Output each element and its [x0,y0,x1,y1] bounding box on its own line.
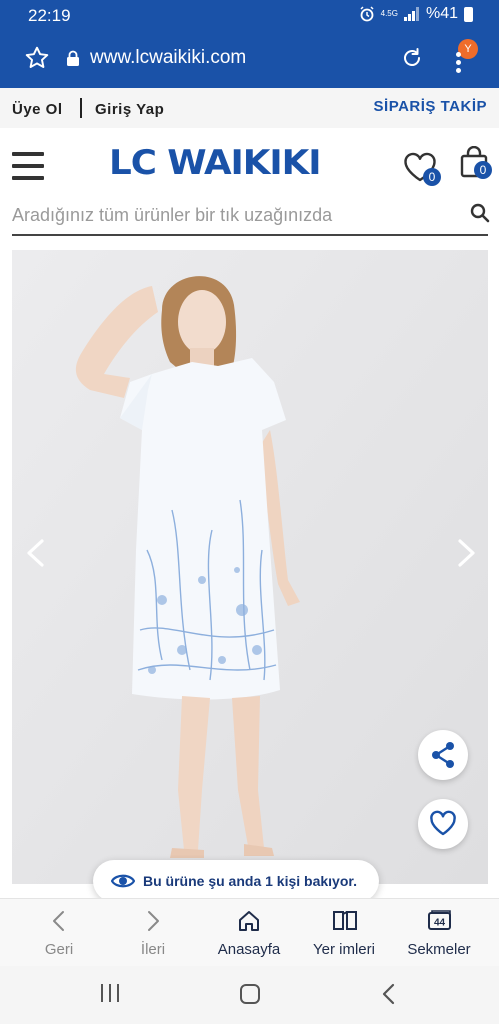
battery-level: %41 [425,5,458,22]
search-icon[interactable] [470,203,490,223]
toolbar-back-label: Geri [44,941,74,958]
back-arrow-icon [53,911,64,931]
add-to-favorites-button[interactable] [418,799,468,849]
battery-icon [464,6,473,22]
status-bar: 22:19 4.5G %41 [0,0,499,30]
tabs-icon: 44 [428,910,451,930]
toolbar-tabs-label: Sekmeler [407,941,471,958]
register-link[interactable]: Üye Ol [12,101,63,118]
home-button-icon[interactable] [240,984,260,1004]
toolbar-tabs-button[interactable]: 44 Sekmeler [389,899,489,967]
lock-icon [67,50,79,66]
alarm-icon [360,6,374,22]
toolbar-forward-label: İleri [140,941,166,958]
heart-outline-icon [430,810,456,836]
recent-apps-icon[interactable] [101,984,121,1004]
toolbar-forward-button[interactable]: İleri [103,899,203,967]
site-logo[interactable]: LC WAIKIKI [109,143,322,183]
system-navigation-bar [0,966,499,1024]
product-image-carousel[interactable] [12,250,488,884]
toolbar-home-button[interactable]: Anasayfa [199,899,299,967]
bookmark-star-icon[interactable] [24,45,50,71]
site-header: LC WAIKIKI 0 0 [0,128,499,200]
cart-button[interactable]: 0 [460,145,494,184]
cart-count: 0 [474,161,492,179]
search-bar [12,196,490,236]
status-indicators: 4.5G %41 [359,5,473,23]
status-time: 22:19 [28,6,71,25]
browser-top-bar: 22:19 4.5G %41 www.lcwaikiki.com Y [0,0,499,88]
toolbar-back-button[interactable]: Geri [9,899,109,967]
product-photo [12,250,488,884]
overflow-menu-icon[interactable] [452,52,466,76]
eye-icon [111,874,135,888]
tabs-count: 44 [434,918,446,929]
signal-icon [403,7,420,21]
toolbar-bookmarks-button[interactable]: Yer imleri [294,899,394,967]
url-bar[interactable]: www.lcwaikiki.com Y [0,30,499,88]
reload-icon[interactable] [400,46,424,70]
forward-arrow-icon [148,911,159,931]
share-icon [432,742,454,768]
favorites-button[interactable]: 0 [403,152,441,186]
order-tracking-link[interactable]: SİPARİŞ TAKİP [374,98,487,115]
search-input[interactable] [12,200,452,230]
divider [80,98,82,118]
toolbar-bookmarks-label: Yer imleri [313,941,375,958]
toolbar-home-label: Anasayfa [217,941,281,958]
home-icon [239,911,259,931]
viewers-notice-text: Bu ürüne şu anda 1 kişi bakıyor. [143,873,357,889]
login-link[interactable]: Giriş Yap [95,101,164,118]
account-strip: Üye Ol Giriş Yap SİPARİŞ TAKİP [0,88,499,128]
url-text[interactable]: www.lcwaikiki.com [90,47,246,69]
browser-bottom-toolbar: Geri İleri Anasayfa Yer imleri 44 Sekmel… [0,898,499,966]
previous-image-icon[interactable] [24,538,48,568]
network-type: 4.5G [380,9,398,18]
bookmarks-icon [333,911,357,930]
next-image-icon[interactable] [454,538,478,568]
hamburger-menu-icon[interactable] [12,152,44,180]
system-back-icon[interactable] [380,983,398,1005]
viewers-notice: Bu ürüne şu anda 1 kişi bakıyor. [93,860,379,902]
favorites-count: 0 [423,168,441,186]
screen: 22:19 4.5G %41 www.lcwaikiki.com Y Üye O… [0,0,499,1024]
share-button[interactable] [418,730,468,780]
